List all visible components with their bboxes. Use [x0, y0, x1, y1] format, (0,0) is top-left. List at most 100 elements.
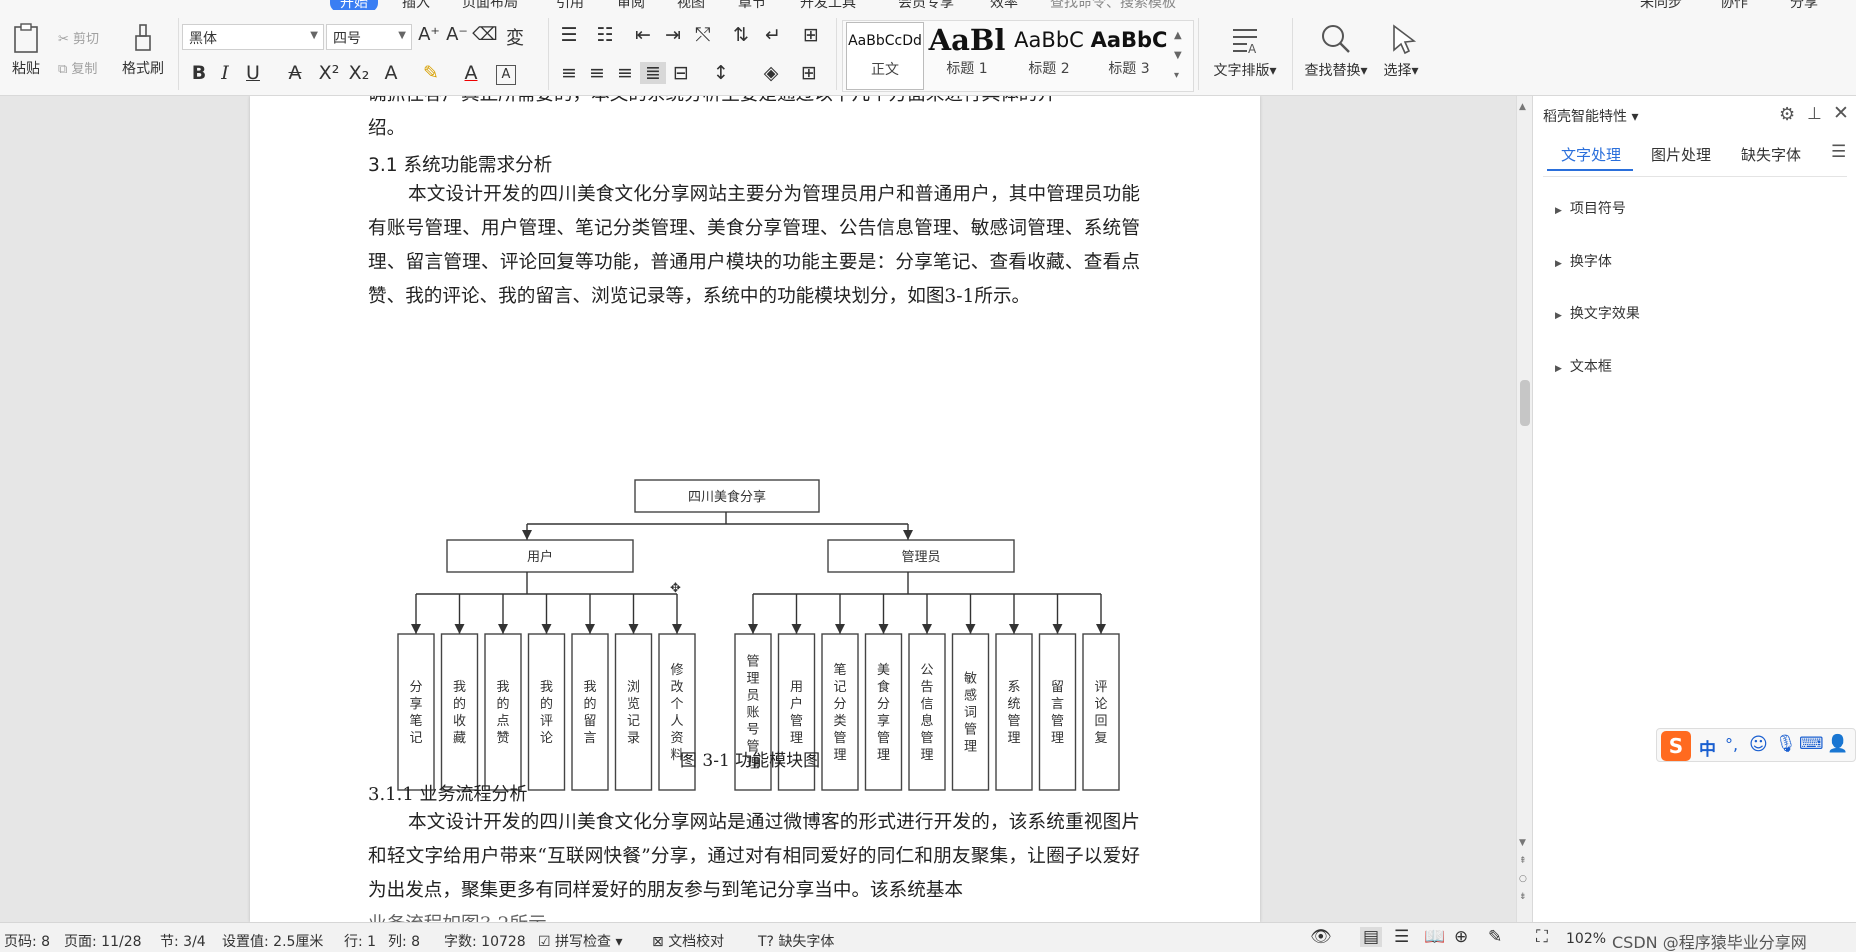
status-page[interactable]: 页面: 11/28: [64, 931, 142, 951]
user-icon[interactable]: 👤: [1827, 734, 1848, 754]
distribute-icon[interactable]: ⊟: [668, 62, 694, 84]
diagram-user-module[interactable]: [527, 633, 566, 791]
tab-image-processing[interactable]: 图片处理: [1651, 144, 1711, 165]
format-painter-button[interactable]: 格式刷: [118, 22, 168, 78]
underline-icon[interactable]: U: [240, 62, 266, 84]
punctuation-icon[interactable]: °,: [1725, 735, 1738, 754]
menu-tab-efficiency[interactable]: 效率: [990, 0, 1018, 10]
align-left-icon[interactable]: ≡: [556, 62, 582, 84]
diagram-admin-module[interactable]: [821, 633, 859, 791]
cut-button[interactable]: ✂ 剪切: [58, 28, 99, 47]
collaborate-button[interactable]: 协作: [1720, 0, 1748, 10]
settings-gear-icon[interactable]: ⚙: [1779, 104, 1795, 125]
style-gallery-scroll-icon[interactable]: ▲ ▼ ▾: [1174, 26, 1182, 86]
page-nav-icons[interactable]: ▼ ⇞ ○ ⇟: [1519, 834, 1527, 906]
diagram-admin-module[interactable]: [908, 633, 946, 791]
sync-status[interactable]: 未同步: [1640, 0, 1682, 10]
menu-tab-review[interactable]: 审阅: [617, 0, 645, 10]
diagram-user-module[interactable]: [614, 633, 653, 791]
tree-item-change-font[interactable]: ▶ 换字体: [1555, 251, 1612, 271]
text-effect-icon[interactable]: A: [378, 62, 404, 84]
web-view-icon[interactable]: ⊕: [1454, 927, 1468, 947]
diagram-admin-module[interactable]: [1082, 633, 1120, 791]
numbered-list-icon[interactable]: ☷: [592, 24, 618, 46]
scroll-up-icon[interactable]: ▲: [1519, 102, 1526, 112]
scroll-thumb[interactable]: [1520, 380, 1530, 426]
eye-protection-icon[interactable]: 👁: [1310, 927, 1332, 947]
align-right-icon[interactable]: ≡: [612, 62, 638, 84]
italic-icon[interactable]: I: [212, 62, 238, 84]
zoom-level[interactable]: 102%: [1566, 931, 1606, 947]
diagram-user-module[interactable]: [484, 633, 522, 791]
superscript-icon[interactable]: X²: [316, 62, 342, 84]
share-button[interactable]: 分享: [1790, 0, 1818, 10]
diagram-user-module[interactable]: [440, 633, 479, 791]
document-area[interactable]: 确抓住客户真正所需要的，本文的系统分析主要是通过以下几个方面来进行具体的介 绍。…: [0, 96, 1516, 922]
page-view-icon[interactable]: ▤: [1360, 927, 1383, 947]
write-mode-icon[interactable]: ✎: [1488, 927, 1502, 947]
command-search[interactable]: 查找命令、搜索模板: [1050, 0, 1176, 10]
find-replace-button[interactable]: 查找替换▾: [1296, 22, 1376, 80]
fit-window-icon[interactable]: ⛶: [1536, 927, 1548, 947]
diagram-user-module[interactable]: [397, 633, 435, 791]
subscript-icon[interactable]: X₂: [346, 62, 372, 84]
panel-title[interactable]: 稻壳智能特性 ▾: [1543, 106, 1638, 126]
justify-icon[interactable]: ≣: [640, 62, 666, 84]
phonetic-guide-icon[interactable]: 変: [502, 24, 528, 50]
status-word-count[interactable]: 字数: 10728: [444, 931, 526, 951]
menu-tab-chapter[interactable]: 章节: [738, 0, 766, 10]
diagram-admin-module[interactable]: [864, 633, 903, 791]
tree-item-bullets[interactable]: ▶ 项目符号: [1555, 198, 1626, 218]
menu-tab-reference[interactable]: 引用: [556, 0, 584, 10]
pin-icon[interactable]: ⊥: [1807, 104, 1822, 124]
sort-icon[interactable]: ⇅: [728, 24, 754, 46]
close-icon[interactable]: ✕: [1833, 102, 1849, 124]
strikethrough-icon[interactable]: A: [282, 62, 308, 84]
bold-icon[interactable]: B: [186, 62, 212, 84]
tree-item-textbox[interactable]: ▶ 文本框: [1555, 356, 1612, 376]
keyboard-icon[interactable]: ⌨: [1799, 734, 1824, 754]
spell-check-button[interactable]: ☑ 拼写检查 ▾: [538, 931, 623, 951]
chinese-layout-icon[interactable]: ⤲: [690, 24, 716, 46]
microphone-icon[interactable]: 🎙: [1775, 734, 1797, 754]
menu-tab-page-layout[interactable]: 页面布局: [462, 0, 518, 10]
paste-button[interactable]: 粘贴: [6, 22, 46, 78]
ime-toolbar[interactable]: S 中 °, ☺ 🎙 ⌨ 👤: [1656, 728, 1856, 762]
style-heading-3[interactable]: AaBbC 标题 3: [1090, 22, 1168, 90]
style-heading-2[interactable]: AaBbC 标题 2: [1010, 22, 1088, 90]
vertical-scrollbar[interactable]: ▲ ▼ ⇞ ○ ⇟: [1516, 96, 1532, 922]
copy-button[interactable]: ⧉ 复制: [58, 58, 97, 77]
diagram-admin-module[interactable]: [995, 633, 1033, 791]
menu-tab-insert[interactable]: 插入: [402, 0, 430, 10]
menu-tab-member[interactable]: 会员专享: [898, 0, 954, 10]
line-spacing-icon[interactable]: ↕: [708, 62, 734, 84]
font-color-icon[interactable]: A: [458, 62, 484, 84]
align-center-icon[interactable]: ≡: [584, 62, 610, 84]
shrink-font-icon[interactable]: A⁻: [444, 24, 470, 45]
text-layout-button[interactable]: A 文字排版▾: [1200, 22, 1290, 80]
style-heading-1[interactable]: AaBl 标题 1: [928, 22, 1006, 90]
bullet-list-icon[interactable]: ☰: [556, 24, 582, 46]
missing-font-button[interactable]: T? 缺失字体: [758, 931, 834, 951]
select-button[interactable]: 选择▾: [1376, 22, 1426, 80]
decrease-indent-icon[interactable]: ⇤: [630, 24, 656, 46]
table-tool-icon[interactable]: ⊞: [798, 24, 824, 46]
menu-icon[interactable]: ☰: [1831, 142, 1846, 162]
paragraph-mark-icon[interactable]: ↵: [760, 24, 786, 46]
diagram-admin-module[interactable]: [1038, 633, 1077, 791]
shading-icon[interactable]: ◈: [758, 62, 784, 84]
clear-format-icon[interactable]: ⌫: [472, 24, 498, 45]
menu-tab-view[interactable]: 视图: [677, 0, 705, 10]
menu-tab-home[interactable]: 开始: [330, 0, 378, 10]
borders-icon[interactable]: ⊞: [796, 62, 822, 84]
tree-item-text-effects[interactable]: ▶ 换文字效果: [1555, 303, 1640, 323]
char-border-icon[interactable]: A: [496, 65, 516, 85]
grow-font-icon[interactable]: A⁺: [416, 24, 442, 45]
style-normal[interactable]: AaBbCcDd 正文: [846, 22, 924, 90]
proofread-button[interactable]: ⊠ 文档校对: [652, 931, 724, 951]
outline-view-icon[interactable]: ☰: [1394, 927, 1409, 947]
tab-text-processing[interactable]: 文字处理: [1561, 144, 1621, 165]
menu-tab-developer[interactable]: 开发工具: [800, 0, 856, 10]
tab-missing-fonts[interactable]: 缺失字体: [1741, 144, 1801, 165]
highlight-icon[interactable]: ✎: [418, 62, 444, 84]
